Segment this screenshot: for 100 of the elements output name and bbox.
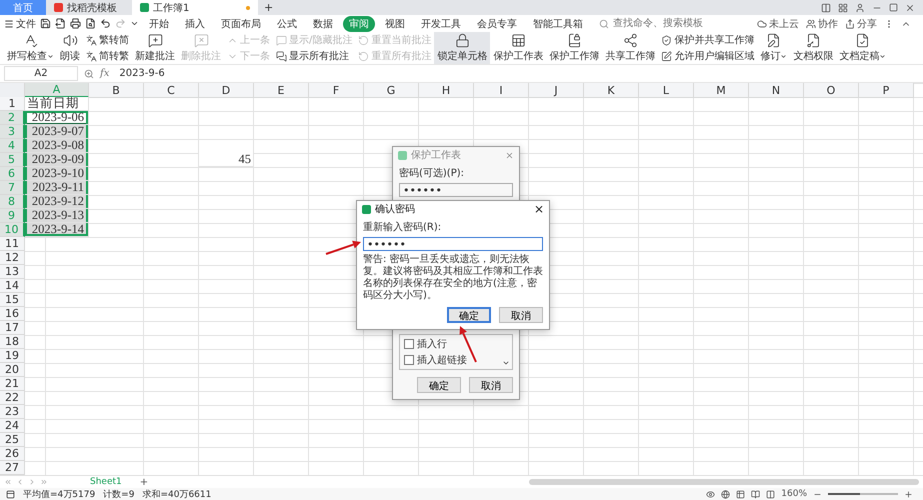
grid-icon[interactable] [838, 2, 848, 12]
row-header[interactable]: 20 [0, 363, 25, 377]
ribbon-button[interactable]: 简转繁 [86, 49, 129, 63]
status-icon[interactable] [6, 490, 15, 498]
normal-view-icon[interactable] [736, 490, 746, 498]
checkbox[interactable] [404, 355, 414, 365]
ribbon-button[interactable]: 保护工作表 [490, 32, 546, 64]
menu-tab[interactable]: 公式 [271, 16, 303, 32]
preview-icon[interactable] [85, 18, 96, 29]
menu-tab[interactable]: 会员专享 [471, 16, 523, 32]
row-header[interactable]: 19 [0, 349, 25, 363]
table-cell[interactable]: 2023-9-07 [25, 125, 89, 139]
page-view-icon[interactable] [751, 490, 760, 498]
ribbon-button[interactable]: 朗读 [57, 32, 83, 64]
menu-tab[interactable]: 视图 [379, 16, 411, 32]
table-cell[interactable]: 2023-9-08 [25, 139, 89, 153]
toolbar-button[interactable]: 分享 [845, 16, 877, 30]
ribbon-button[interactable]: 拼写检查 [4, 32, 57, 64]
column-header[interactable]: I [474, 83, 529, 98]
row-header[interactable]: 27 [0, 461, 25, 475]
maximize-icon[interactable] [889, 3, 898, 12]
column-header[interactable]: H [419, 83, 474, 98]
menu-tab[interactable]: 插入 [179, 16, 211, 32]
ribbon-button[interactable]: 文档权限 [790, 32, 836, 64]
zoom-in-icon[interactable] [904, 490, 913, 498]
name-box[interactable]: A2 [4, 66, 78, 81]
row-header[interactable]: 26 [0, 447, 25, 461]
column-header[interactable]: P [859, 83, 914, 98]
menu-tab[interactable]: 数据 [307, 16, 339, 32]
file-menu[interactable]: 文件 [4, 16, 36, 30]
browser-tab[interactable]: 工作簿1 [132, 0, 258, 15]
ribbon-button[interactable]: 文档定稿 [836, 32, 890, 64]
layout-icon[interactable] [821, 2, 831, 12]
toolbar-button[interactable]: 协作 [806, 16, 838, 30]
row-header[interactable]: 23 [0, 405, 25, 419]
column-header[interactable]: G [364, 83, 419, 98]
close-icon[interactable] [905, 2, 915, 12]
ok-button[interactable]: 确定 [417, 377, 461, 393]
close-icon[interactable] [505, 150, 514, 160]
avatar-icon[interactable] [855, 2, 865, 12]
search-field[interactable]: 查找命令、搜索模板 [599, 17, 725, 30]
table-cell[interactable]: 当前日期 [25, 97, 89, 111]
ribbon-button[interactable]: 修订 [757, 32, 790, 64]
ok-button[interactable]: 确定 [447, 307, 491, 323]
table-cell[interactable]: 2023-9-13 [25, 209, 89, 223]
zoom-icon[interactable] [84, 68, 94, 78]
password-field[interactable]: •••••• [363, 237, 543, 251]
table-cell[interactable]: 2023-9-14 [25, 223, 89, 237]
row-header[interactable]: 16 [0, 307, 25, 321]
close-button[interactable]: × [534, 202, 544, 216]
horizontal-scrollbar[interactable] [529, 479, 919, 485]
table-cell[interactable]: 2023-9-12 [25, 195, 89, 209]
scroll-down-icon[interactable] [502, 359, 510, 367]
column-header[interactable]: N [749, 83, 804, 98]
column-header[interactable]: K [584, 83, 639, 98]
column-header[interactable]: J [529, 83, 584, 98]
menu-tab[interactable]: 智能工具箱 [527, 16, 589, 32]
row-header[interactable]: 1 [0, 97, 25, 111]
row-header[interactable]: 14 [0, 279, 25, 293]
globe-icon[interactable] [721, 490, 730, 498]
ribbon-button[interactable]: 共享工作簿 [602, 32, 658, 64]
password-field[interactable]: •••••• [399, 183, 513, 197]
ribbon-button[interactable]: 保护并共享工作簿 [661, 33, 754, 47]
row-header[interactable]: 15 [0, 293, 25, 307]
browser-tab[interactable]: 找稻壳模板 [46, 0, 132, 15]
formula-field[interactable]: 2023-9-6 [115, 66, 919, 80]
new-tab-button[interactable]: + [258, 0, 280, 15]
table-cell[interactable]: 2023-9-10 [25, 167, 89, 181]
print-icon[interactable] [70, 18, 81, 29]
eye-icon[interactable] [706, 490, 716, 498]
cancel-button[interactable]: 取消 [499, 307, 543, 323]
split-view-icon[interactable] [766, 490, 776, 498]
export-icon[interactable] [55, 18, 66, 29]
column-header[interactable]: D [199, 83, 254, 98]
row-header[interactable]: 21 [0, 377, 25, 391]
column-header[interactable]: C [144, 83, 199, 98]
ribbon-button[interactable]: 繁转简 [86, 33, 129, 47]
row-header[interactable]: 13 [0, 265, 25, 279]
column-header[interactable]: F [309, 83, 364, 98]
undo-icon[interactable] [100, 18, 111, 29]
save-icon[interactable] [40, 18, 51, 29]
row-header[interactable]: 12 [0, 251, 25, 265]
row-header[interactable]: 11 [0, 237, 25, 251]
caret-icon[interactable] [130, 19, 139, 28]
row-header[interactable]: 17 [0, 321, 25, 335]
toolbar-button[interactable]: 未上云 [757, 16, 799, 30]
ribbon-button[interactable]: 显示所有批注 [276, 49, 352, 63]
column-header[interactable]: O [804, 83, 859, 98]
table-cell[interactable]: 2023-9-09 [25, 153, 89, 167]
row-header[interactable]: 24 [0, 419, 25, 433]
table-cell[interactable]: 2023-9-06 [25, 111, 89, 125]
row-header[interactable]: 25 [0, 433, 25, 447]
ribbon-button[interactable]: 锁定单元格 [434, 32, 490, 64]
ribbon-button[interactable]: 允许用户编辑区域 [661, 49, 754, 63]
menu-tab[interactable]: 开始 [143, 16, 175, 32]
ribbon-button[interactable]: 保护工作簿 [546, 32, 602, 64]
column-header[interactable]: B [89, 83, 144, 98]
checkbox[interactable] [404, 339, 414, 349]
menu-tab[interactable]: 页面布局 [215, 16, 267, 32]
column-header[interactable]: L [639, 83, 694, 98]
